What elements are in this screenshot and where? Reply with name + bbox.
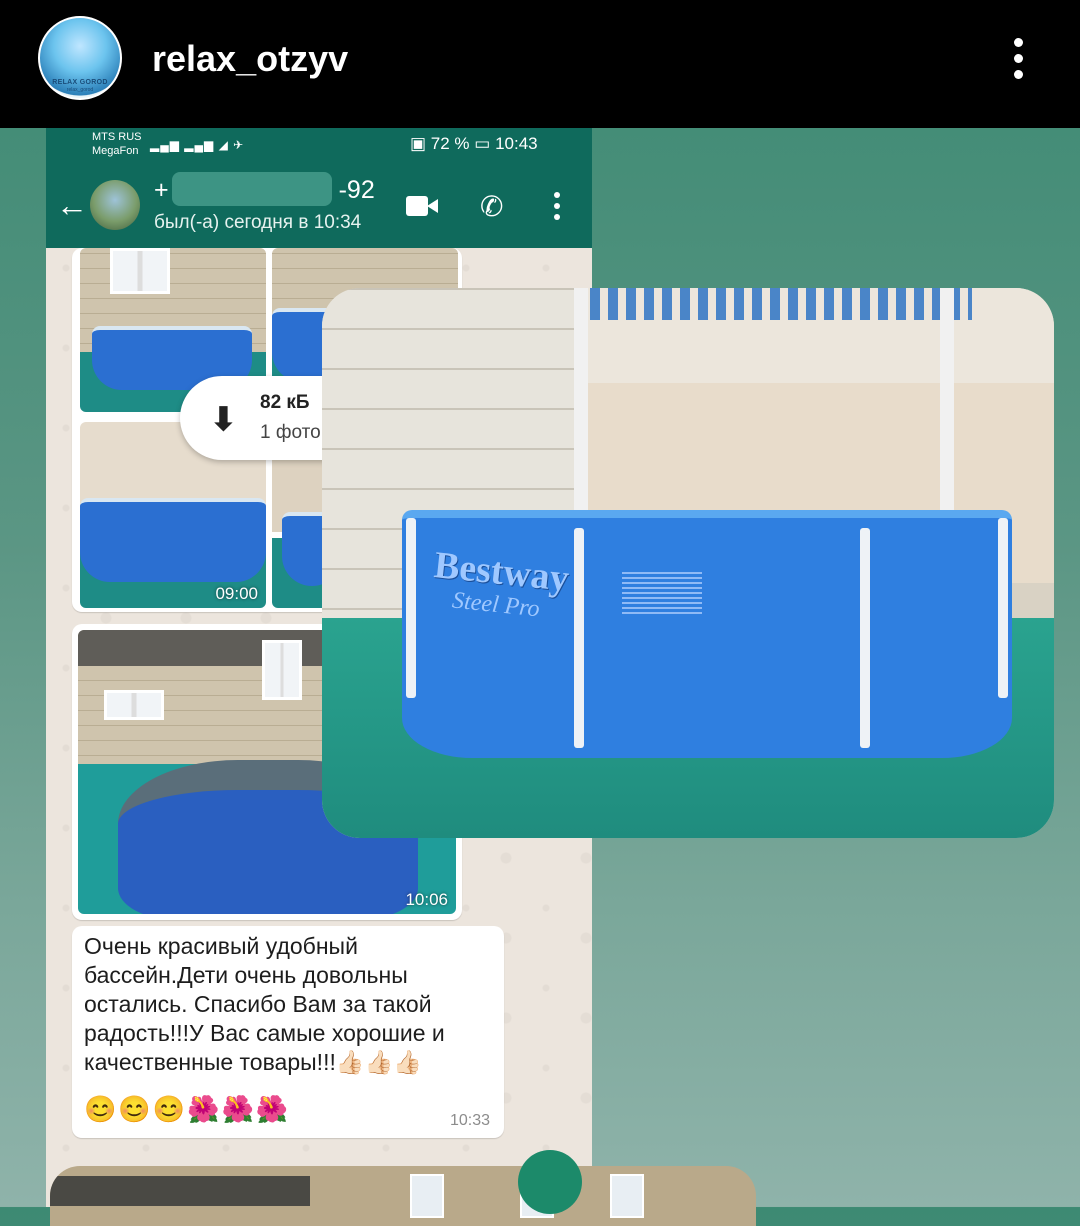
carrier-labels: MTS RUS MegaFon [92,130,142,158]
contact-avatar[interactable] [90,180,140,230]
voice-call-icon[interactable]: ✆ [480,190,503,223]
canopy-post [940,288,954,518]
pool-warning-label [622,570,702,614]
next-photo-preview [50,1166,756,1226]
phone-status-bar: MTS RUS MegaFon ▂▄▆ ▂▄▆ ◢ ✈ ▣ 72 % ▭ 10:… [46,128,592,162]
signal-icon: ▂▄▆ ▂▄▆ ◢ ✈ [150,138,245,152]
message-text: Очень красивый удобный бассейн.Дети очен… [84,933,445,1075]
carrier-2: MegaFon [92,145,139,157]
download-arrow-icon: ⬇ [210,401,237,437]
contact-suffix: -92 [338,176,375,204]
carrier-1: MTS RUS [92,131,142,143]
frame-pool [402,510,1012,758]
last-seen-status: был(-а) сегодня в 10:34 [154,212,362,233]
clock: 10:43 [495,134,538,153]
download-count: 1 фото [260,422,321,443]
pool-leg [406,518,416,698]
pool-leg [998,518,1008,698]
menu-icon[interactable] [554,192,562,220]
message-emojis: 😊😊😊🌺🌺🌺 [84,1094,291,1124]
window [610,1174,644,1218]
battery-percent: 72 % [430,134,470,153]
enlarged-pool-photo: Bestway Steel Pro [322,288,1054,838]
avatar-brand: RELAX GOROD [52,79,108,86]
scroll-fab[interactable] [518,1150,582,1214]
profile-username[interactable]: relax_otzyv [152,38,348,80]
story-header: RELAX GOROD relax_gorod relax_otzyv [0,0,1080,128]
battery-icon: ▭ [474,134,491,153]
nfc-icon: ▣ [410,134,427,153]
video-call-icon[interactable] [406,196,438,216]
profile-avatar[interactable]: RELAX GOROD relax_gorod [38,16,122,100]
redacted-number-mask [172,172,332,206]
album-timestamp: 09:00 [215,584,258,603]
window [410,1174,444,1218]
pool-leg [860,528,870,748]
avatar-sub: relax_gorod [66,87,94,93]
message-timestamp: 10:33 [450,1112,491,1129]
contact-prefix: + [154,176,169,204]
pool-leg [574,528,584,748]
canopy-post [574,288,588,518]
photo-timestamp: 10:06 [405,890,448,909]
roof [50,1176,310,1206]
back-arrow-icon[interactable]: ← [56,189,88,221]
canopy-fringe [572,288,972,320]
status-right: ▣ 72 % ▭ 10:43 [410,134,538,154]
chat-header: ← + -92 был(-а) сегодня в 10:34 ✆ [46,162,592,248]
download-size: 82 кБ [260,392,310,413]
more-options-icon[interactable] [1004,36,1034,82]
